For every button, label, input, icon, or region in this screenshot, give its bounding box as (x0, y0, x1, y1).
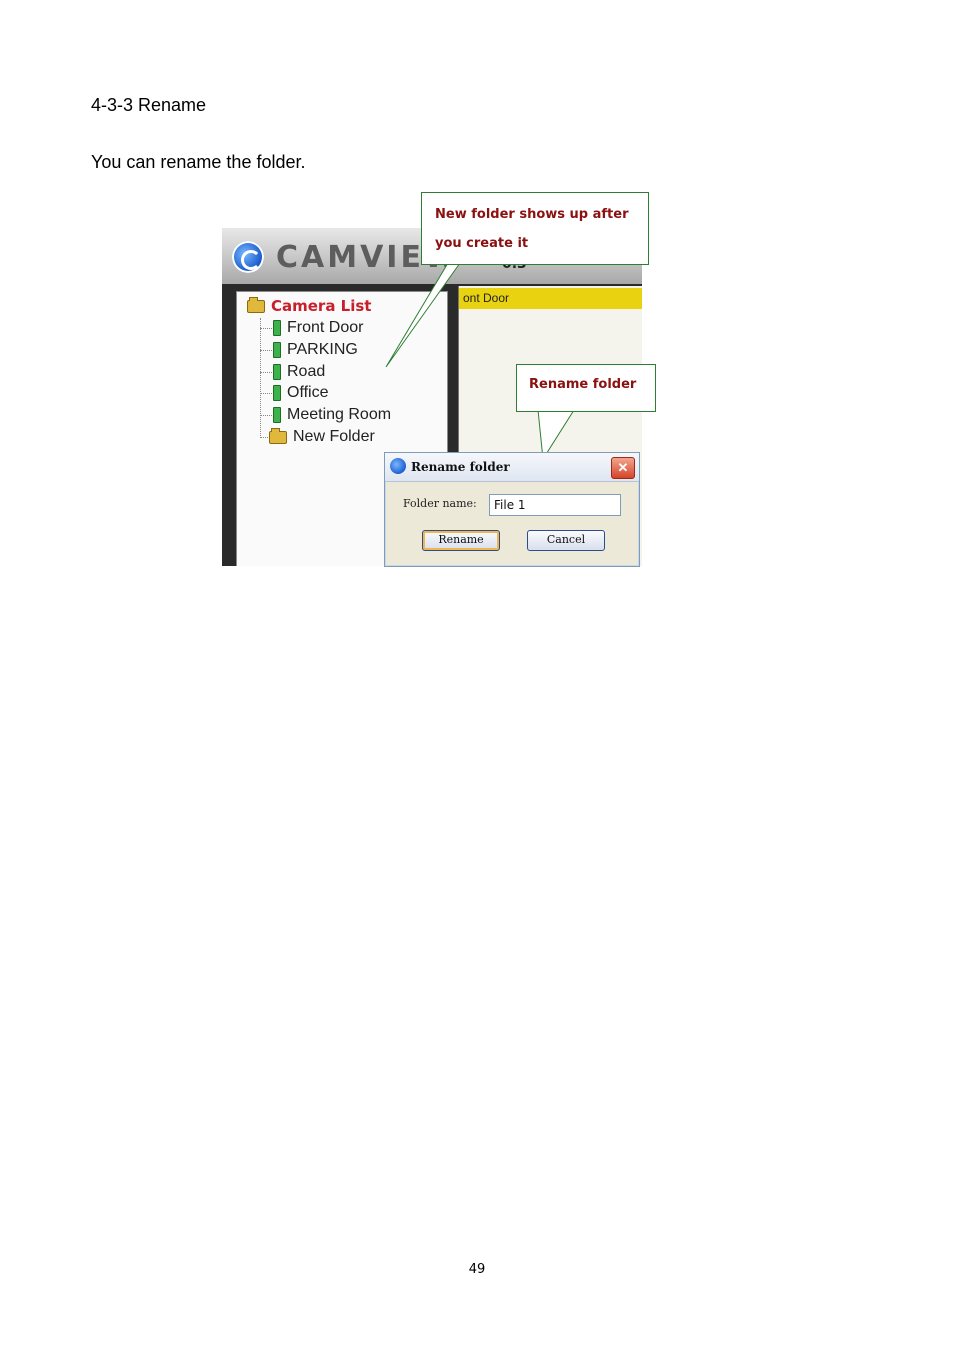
dialog-titlebar[interactable]: Rename folder ✕ (385, 453, 639, 482)
folder-name-label: Folder name: (403, 497, 477, 510)
cancel-button[interactable]: Cancel (527, 530, 605, 551)
rename-button[interactable]: Rename (422, 530, 500, 551)
camview-logo-icon (390, 458, 406, 474)
folder-name-input[interactable]: File 1 (489, 494, 621, 516)
callout-pointer-joins (449, 262, 573, 411)
dialog-title: Rename folder (411, 460, 510, 474)
close-icon[interactable]: ✕ (611, 457, 635, 479)
page-number: 49 (468, 1262, 486, 1277)
rename-folder-dialog: Rename folder ✕ Folder name: File 1 Rena… (384, 452, 640, 567)
